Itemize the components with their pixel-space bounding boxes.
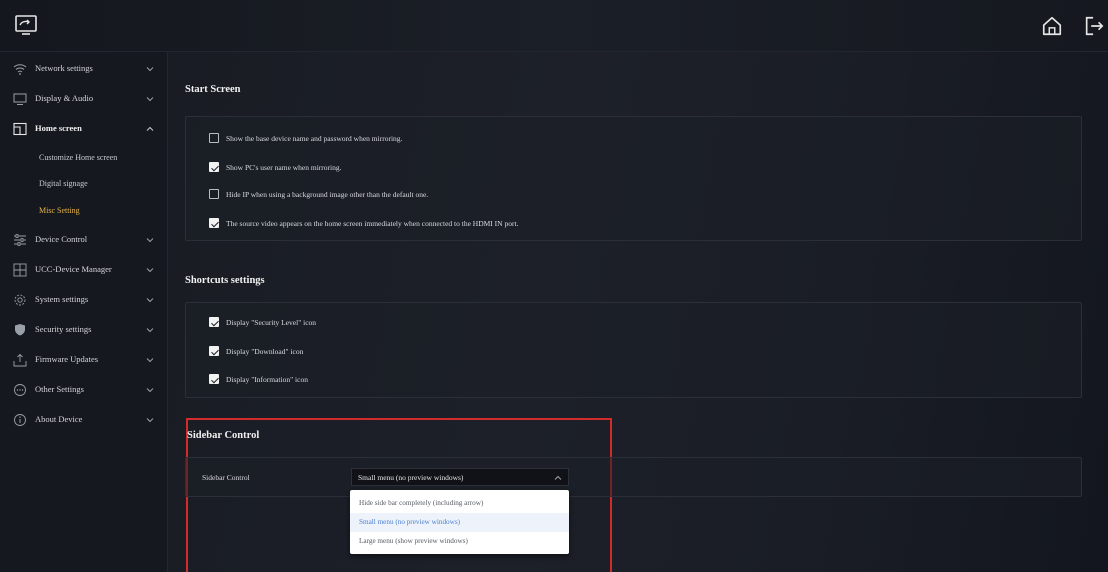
start-screen-panel: Show the base device name and password w… <box>185 116 1082 241</box>
option-label: Small menu (no preview windows) <box>359 518 461 526</box>
chevron-down-icon <box>146 358 154 363</box>
shield-icon <box>15 324 25 336</box>
sidebar-subitem-customize-home-screen[interactable]: Customize Home screen <box>0 145 168 171</box>
sidebar-item-label: System settings <box>35 294 89 304</box>
logout-icon[interactable] <box>1083 15 1105 37</box>
start-screen-option-3[interactable]: The source video appears on the home scr… <box>209 216 518 230</box>
option-label: Hide side bar completely (including arro… <box>359 499 484 507</box>
dropdown-option-small[interactable]: Small menu (no preview windows) <box>350 513 569 532</box>
more-icon <box>14 384 26 396</box>
sidebar-item-label: Network settings <box>35 63 93 73</box>
dropdown-option-large[interactable]: Large menu (show preview windows) <box>350 532 569 551</box>
chevron-up-icon <box>146 126 154 131</box>
start-screen-title: Start Screen <box>185 84 241 95</box>
start-screen-option-2[interactable]: Hide IP when using a background image ot… <box>209 187 428 201</box>
sidebar-subitem-label: Customize Home screen <box>39 153 118 162</box>
option-label: Display "Information" icon <box>226 374 308 384</box>
sidebar-item-label: About Device <box>35 414 83 424</box>
chevron-down-icon <box>146 328 154 333</box>
start-screen-option-1[interactable]: Show PC's user name when mirroring. <box>209 160 342 174</box>
chevron-down-icon <box>146 97 154 102</box>
sidebar-subitem-label: Digital signage <box>39 179 88 188</box>
sidebar-item-label: Security settings <box>35 324 92 334</box>
sidebar-item-firmware-updates[interactable]: Firmware Updates <box>0 345 168 375</box>
shortcuts-title: Shortcuts settings <box>185 275 265 286</box>
gear-icon <box>14 294 26 306</box>
top-bar <box>0 0 1108 52</box>
checkbox[interactable] <box>209 218 219 228</box>
sidebar-item-label: Display & Audio <box>35 93 94 103</box>
sidebar-item-label: Firmware Updates <box>35 354 99 364</box>
sidebar-subitem-digital-signage[interactable]: Digital signage <box>0 171 168 197</box>
sidebar-control-field-label: Sidebar Control <box>202 473 250 482</box>
sidebar-item-home-screen[interactable]: Home screen <box>0 114 168 144</box>
select-value: Small menu (no preview windows) <box>358 473 464 482</box>
option-label: Show PC's user name when mirroring. <box>226 162 342 172</box>
option-label: Display "Security Level" icon <box>226 317 317 327</box>
checkbox[interactable] <box>209 346 219 356</box>
shortcuts-option-1[interactable]: Display "Download" icon <box>209 344 303 358</box>
option-label: Large menu (show preview windows) <box>359 537 468 545</box>
sliders-icon <box>14 234 26 246</box>
device-manager-icon <box>13 263 27 277</box>
sidebar-item-network-settings[interactable]: Network settings <box>0 54 168 84</box>
sidebar-control-panel <box>185 457 1082 497</box>
option-label: Hide IP when using a background image ot… <box>226 189 429 199</box>
sidebar-item-other-settings[interactable]: Other Settings <box>0 375 168 405</box>
option-label: Display "Download" icon <box>226 346 304 356</box>
monitor-icon <box>13 93 27 105</box>
sidebar-item-label: Home screen <box>35 123 82 133</box>
chevron-down-icon <box>146 238 154 243</box>
sidebar-control-select[interactable]: Small menu (no preview windows) <box>351 468 569 486</box>
sidebar-item-display-audio[interactable]: Display & Audio <box>0 84 168 114</box>
chevron-down-icon <box>146 388 154 393</box>
sidebar-item-system-settings[interactable]: System settings <box>0 285 168 315</box>
chevron-down-icon <box>146 268 154 273</box>
main-content: Start Screen Show the base device name a… <box>168 52 1108 572</box>
checkbox[interactable] <box>209 317 219 327</box>
sidebar-item-label: Device Control <box>35 234 88 244</box>
sidebar: Network settings Display & Audio Home sc… <box>0 52 168 572</box>
screen-share-logo-icon <box>15 15 37 35</box>
sidebar-control-dropdown: Hide side bar completely (including arro… <box>350 490 569 554</box>
checkbox[interactable] <box>209 133 219 143</box>
info-icon <box>14 414 26 426</box>
sidebar-subitem-label: Misc Setting <box>39 206 80 215</box>
shortcuts-option-0[interactable]: Display "Security Level" icon <box>209 315 316 329</box>
home-screen-icon <box>13 122 27 136</box>
option-label: Show the base device name and password w… <box>226 133 403 143</box>
upload-icon <box>13 353 27 367</box>
wifi-icon <box>13 64 27 75</box>
chevron-down-icon <box>146 298 154 303</box>
sidebar-item-label: UCC-Device Manager <box>35 264 112 274</box>
checkbox[interactable] <box>209 374 219 384</box>
chevron-down-icon <box>146 418 154 423</box>
sidebar-subitem-misc-setting[interactable]: Misc Setting <box>0 198 168 224</box>
dropdown-option-hide[interactable]: Hide side bar completely (including arro… <box>350 494 569 513</box>
sidebar-item-label: Other Settings <box>35 384 84 394</box>
shortcuts-panel: Display "Security Level" icon Display "D… <box>185 302 1082 398</box>
checkbox[interactable] <box>209 162 219 172</box>
sidebar-control-title: Sidebar Control <box>187 430 260 441</box>
sidebar-item-ucc-device-manager[interactable]: UCC-Device Manager <box>0 255 168 285</box>
sidebar-item-security-settings[interactable]: Security settings <box>0 315 168 345</box>
shortcuts-option-2[interactable]: Display "Information" icon <box>209 372 308 386</box>
sidebar-item-about-device[interactable]: About Device <box>0 405 168 435</box>
start-screen-option-0[interactable]: Show the base device name and password w… <box>209 131 402 145</box>
checkbox[interactable] <box>209 189 219 199</box>
option-label: The source video appears on the home scr… <box>226 218 519 228</box>
chevron-down-icon <box>146 67 154 72</box>
chevron-up-icon <box>554 475 562 480</box>
home-icon[interactable] <box>1041 15 1063 37</box>
sidebar-item-device-control[interactable]: Device Control <box>0 225 168 255</box>
